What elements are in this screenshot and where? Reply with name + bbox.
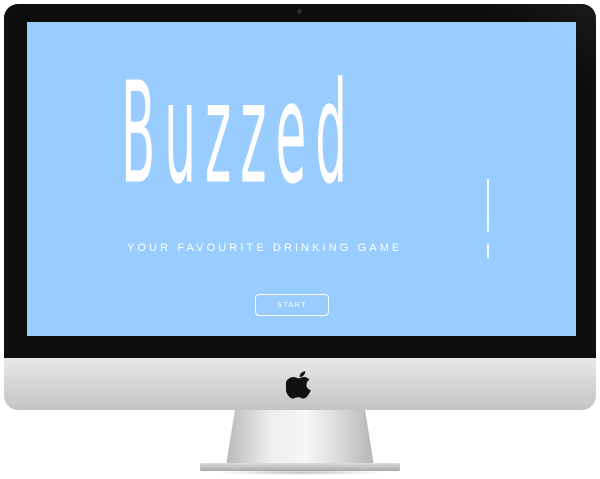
apple-logo-icon <box>286 371 311 399</box>
start-button[interactable]: START <box>255 294 329 316</box>
app-screen: Buzzed ! YOUR FAVOURITE DRINKING GAME ST… <box>27 22 576 336</box>
webcam-icon <box>297 9 302 14</box>
title-exclamation: ! <box>484 158 492 287</box>
stand-neck <box>226 410 374 466</box>
monitor-bezel: Buzzed ! YOUR FAVOURITE DRINKING GAME ST… <box>4 4 596 358</box>
desktop-mockup: Buzzed ! YOUR FAVOURITE DRINKING GAME ST… <box>0 0 600 479</box>
app-title: Buzzed <box>121 52 356 216</box>
tagline: YOUR FAVOURITE DRINKING GAME <box>127 242 403 254</box>
stand-shadow <box>214 470 386 475</box>
